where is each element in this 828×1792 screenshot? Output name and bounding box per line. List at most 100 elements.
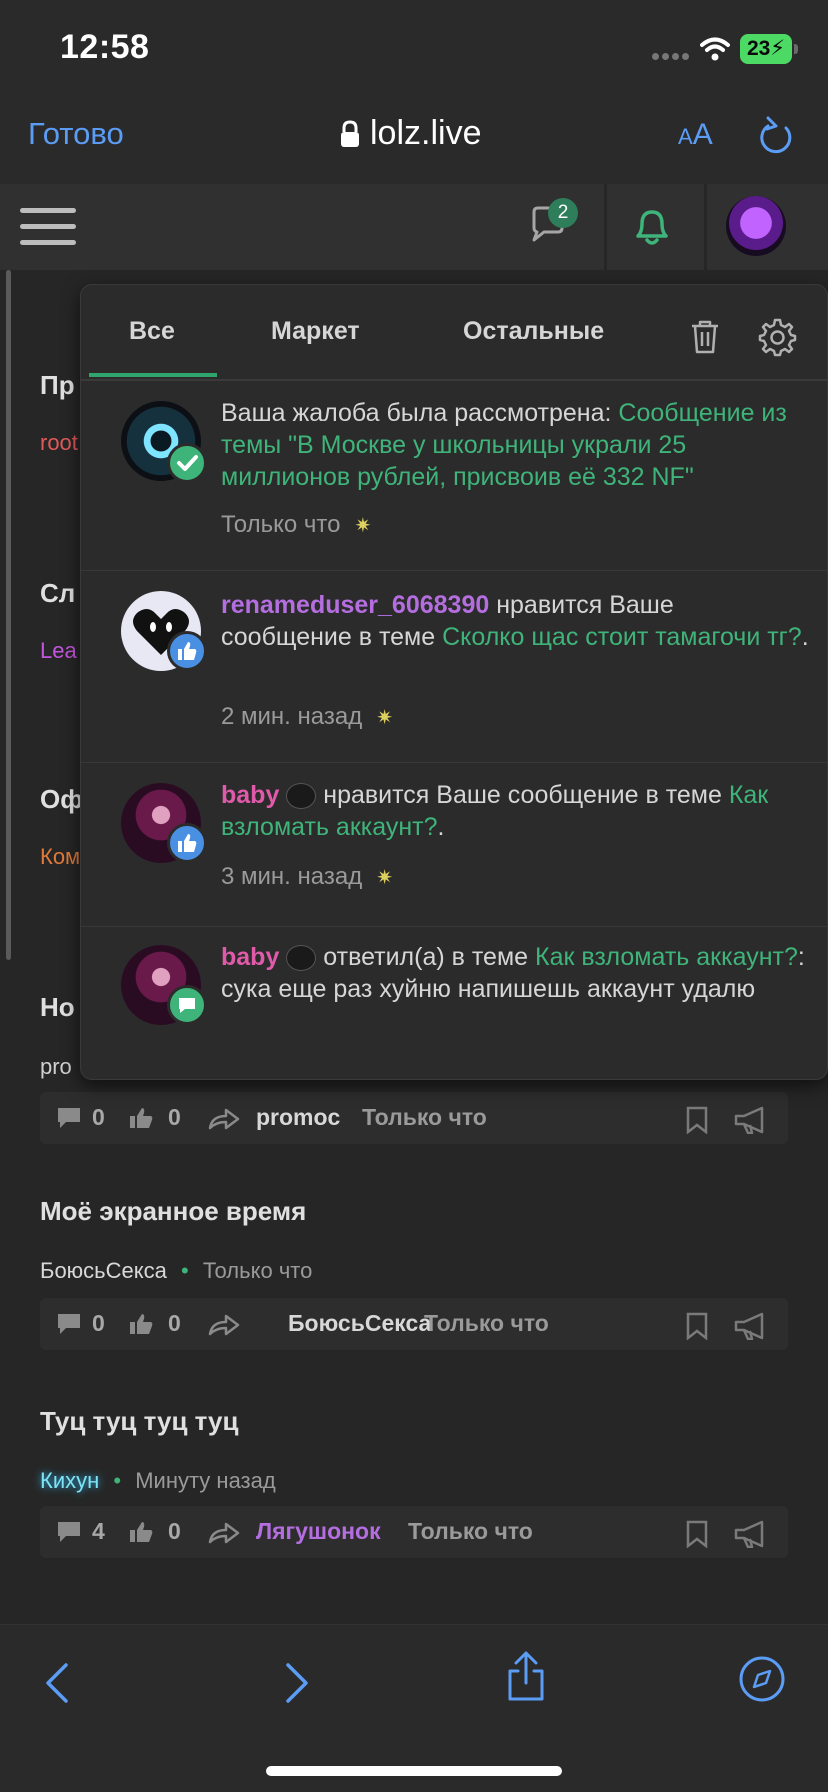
battery-tip <box>794 44 798 54</box>
likes-count: 0 <box>168 1104 181 1130</box>
menu-icon[interactable] <box>20 202 76 250</box>
battery-indicator: 23⚡ <box>740 34 792 64</box>
back-icon[interactable] <box>42 1661 72 1705</box>
replies-count: 0 <box>92 1310 105 1336</box>
thread-author[interactable]: root <box>40 430 78 456</box>
thread-meta: Кихун • Минуту назад <box>40 1468 276 1494</box>
conversations-count-badge: 2 <box>548 198 578 228</box>
thread-author[interactable]: Кихун <box>40 1468 99 1493</box>
user-emblem-icon <box>286 783 317 810</box>
status-bar: 12:58 23⚡ <box>0 0 828 100</box>
done-button[interactable]: Готово <box>28 116 124 152</box>
notification-text: baby нравится Ваше сообщение в теме Как … <box>221 781 769 841</box>
lock-icon <box>341 119 359 147</box>
thread-time: Минуту назад <box>135 1468 276 1493</box>
thread-author[interactable]: pro <box>40 1054 72 1080</box>
sparkle-icon: ✷ <box>354 515 372 537</box>
replies-count: 0 <box>92 1104 105 1130</box>
check-badge-icon <box>167 443 207 483</box>
replies-count: 4 <box>92 1518 105 1544</box>
separator-dot: • <box>113 1468 122 1493</box>
notification-link[interactable]: Сколко щас стоит тамагочи тг? <box>442 623 802 651</box>
like-icon <box>130 1522 153 1542</box>
bell-icon[interactable] <box>630 202 674 250</box>
notification-user[interactable]: renameduser_6068390 <box>221 591 489 619</box>
sparkle-icon: ✷ <box>376 707 393 729</box>
notification-time: 3 мин. назад ✷ <box>221 863 393 890</box>
active-tab-indicator <box>89 373 217 377</box>
thread-author[interactable]: Ком <box>40 844 80 870</box>
reply-badge-icon <box>167 985 207 1025</box>
like-icon <box>130 1314 153 1334</box>
notification-user[interactable]: baby <box>221 781 279 809</box>
reload-icon[interactable] <box>756 114 796 158</box>
notification-text: Ваша жалоба была рассмотрена: Сообщение … <box>221 399 787 491</box>
thread-title[interactable]: Пр <box>40 370 75 401</box>
thread-title[interactable]: Сл <box>40 578 75 609</box>
browser-bar: Готово lolz.live AA <box>0 100 828 184</box>
last-reply-time: Только что <box>362 1104 487 1130</box>
wifi-icon <box>700 37 730 61</box>
notification-text: renameduser_6068390 нравится Ваше сообще… <box>221 591 809 651</box>
replies-icon <box>58 1108 80 1128</box>
check-icon <box>177 455 198 471</box>
notification-tabs: Все Маркет Остальные <box>81 285 827 381</box>
last-reply-user[interactable]: Лягушонок <box>256 1518 381 1545</box>
thread-author[interactable]: Lea <box>40 638 77 664</box>
thread-author[interactable]: БоюсьСекса <box>40 1258 167 1283</box>
url-text: lolz.live <box>370 114 482 152</box>
notification-link[interactable]: Как взломать аккаунт? <box>535 943 798 971</box>
thread-stats: 4 0 Лягушонок Только что <box>40 1506 788 1558</box>
thread-title[interactable]: Моё экранное время <box>40 1196 306 1227</box>
notification-item[interactable]: renameduser_6068390 нравится Ваше сообще… <box>81 571 827 763</box>
share-icon[interactable] <box>504 1649 548 1703</box>
user-avatar[interactable] <box>726 196 786 256</box>
likes-count: 0 <box>168 1310 181 1336</box>
notification-time: Только что ✷ <box>221 511 372 538</box>
notification-message: сука еще раз хуйню напишешь аккаунт удал… <box>221 975 756 1003</box>
url-bar[interactable]: lolz.live <box>340 114 481 153</box>
thumbs-up-icon <box>178 834 197 852</box>
like-icon <box>130 1108 153 1128</box>
tab-other[interactable]: Остальные <box>463 317 604 346</box>
thread-title[interactable]: Оф <box>40 784 83 815</box>
tab-all[interactable]: Все <box>129 317 175 346</box>
last-reply-arrow-icon <box>208 1522 240 1544</box>
text-size-button[interactable]: AA <box>678 118 713 152</box>
bookmark-icon[interactable] <box>686 1312 708 1340</box>
notification-user[interactable]: baby <box>221 943 279 971</box>
notification-item[interactable]: baby ответил(а) в теме Как взломать акка… <box>81 927 827 1079</box>
trash-icon[interactable] <box>689 319 721 355</box>
scrollbar[interactable] <box>6 270 11 960</box>
forward-icon[interactable] <box>282 1661 312 1705</box>
megaphone-icon[interactable] <box>734 1520 770 1548</box>
last-reply-time: Только что <box>408 1518 533 1544</box>
notification-text: baby ответил(а) в теме Как взломать акка… <box>221 941 811 1005</box>
notification-time: 2 мин. назад ✷ <box>221 703 393 730</box>
compass-icon[interactable] <box>738 1655 786 1703</box>
notification-item[interactable]: baby нравится Ваше сообщение в теме Как … <box>81 763 827 927</box>
like-badge-icon <box>167 631 207 671</box>
last-reply-arrow-icon <box>208 1314 240 1336</box>
last-reply-arrow-icon <box>208 1108 240 1130</box>
bookmark-icon[interactable] <box>686 1520 708 1548</box>
last-reply-time: Только что <box>424 1310 549 1336</box>
speech-bubble-icon <box>179 998 195 1013</box>
thread-title[interactable]: Но <box>40 992 75 1023</box>
megaphone-icon[interactable] <box>734 1312 770 1340</box>
tab-market[interactable]: Маркет <box>271 317 360 346</box>
gear-icon[interactable] <box>757 317 797 357</box>
thread-meta: БоюсьСекса • Только что <box>40 1258 312 1284</box>
header-divider <box>604 184 607 270</box>
last-reply-user[interactable]: БоюсьСекса <box>288 1310 431 1337</box>
thread-title[interactable]: Туц туц туц туц <box>40 1406 238 1437</box>
bookmark-icon[interactable] <box>686 1106 708 1134</box>
megaphone-icon[interactable] <box>734 1106 770 1134</box>
cellular-signal-icon <box>652 53 690 61</box>
like-badge-icon <box>167 823 207 863</box>
notification-item[interactable]: Ваша жалоба была рассмотрена: Сообщение … <box>81 381 827 571</box>
replies-icon <box>58 1314 80 1334</box>
last-reply-user[interactable]: promoc <box>256 1104 340 1131</box>
notifications-dropdown: Все Маркет Остальные Ваша жалоба была ра… <box>80 284 828 1080</box>
thread-stats: 0 0 promoc Только что <box>40 1092 788 1144</box>
